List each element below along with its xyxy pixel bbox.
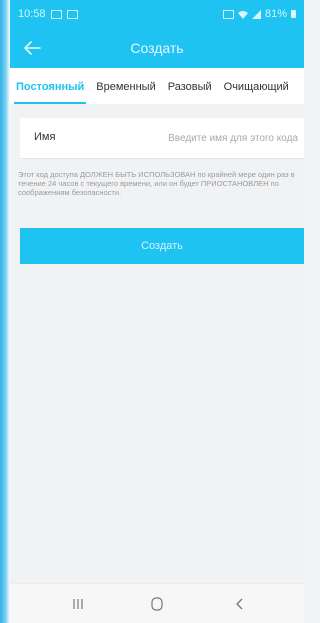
page-title: Создать — [130, 40, 184, 56]
home-button[interactable] — [147, 595, 167, 613]
tab-clearing[interactable]: Очищающий — [218, 68, 295, 104]
tab-permanent[interactable]: Постоянный — [10, 68, 90, 104]
wifi-icon — [237, 10, 248, 19]
status-left: 10:58 — [18, 8, 78, 20]
name-field-label: Имя — [34, 131, 56, 143]
status-bar: 10:58 81% — [10, 0, 304, 28]
app-header: Создать — [10, 28, 304, 68]
code-type-tabs: Постоянный Временный Разовый Очищающий — [10, 68, 304, 104]
name-field-row: Имя — [20, 118, 304, 159]
system-back-button[interactable] — [230, 595, 250, 613]
status-time: 10:58 — [18, 8, 46, 20]
nfc-icon — [222, 9, 234, 19]
create-button[interactable]: Создать — [20, 228, 304, 264]
app-screen: 10:58 81% Создать Постоянный Временный Р… — [10, 0, 304, 623]
status-right: 81% — [222, 8, 296, 20]
chevron-left-icon — [236, 598, 243, 610]
battery-icon — [291, 10, 296, 18]
recent-apps-button[interactable] — [68, 595, 88, 613]
device-frame-edge — [0, 0, 10, 623]
name-input[interactable] — [124, 124, 304, 152]
system-nav-bar — [10, 583, 304, 623]
recent-apps-icon — [73, 599, 83, 609]
battery-percent: 81% — [264, 8, 287, 20]
security-notice: Этот код доступа ДОЛЖЕН БЫТЬ ИСПОЛЬЗОВАН… — [18, 170, 295, 197]
tab-temporary[interactable]: Временный — [90, 68, 161, 104]
tab-one-time[interactable]: Разовый — [162, 68, 218, 104]
message-notification-icon — [66, 9, 78, 19]
home-icon — [151, 597, 163, 611]
gallery-notification-icon — [50, 9, 62, 19]
signal-icon — [251, 9, 261, 19]
